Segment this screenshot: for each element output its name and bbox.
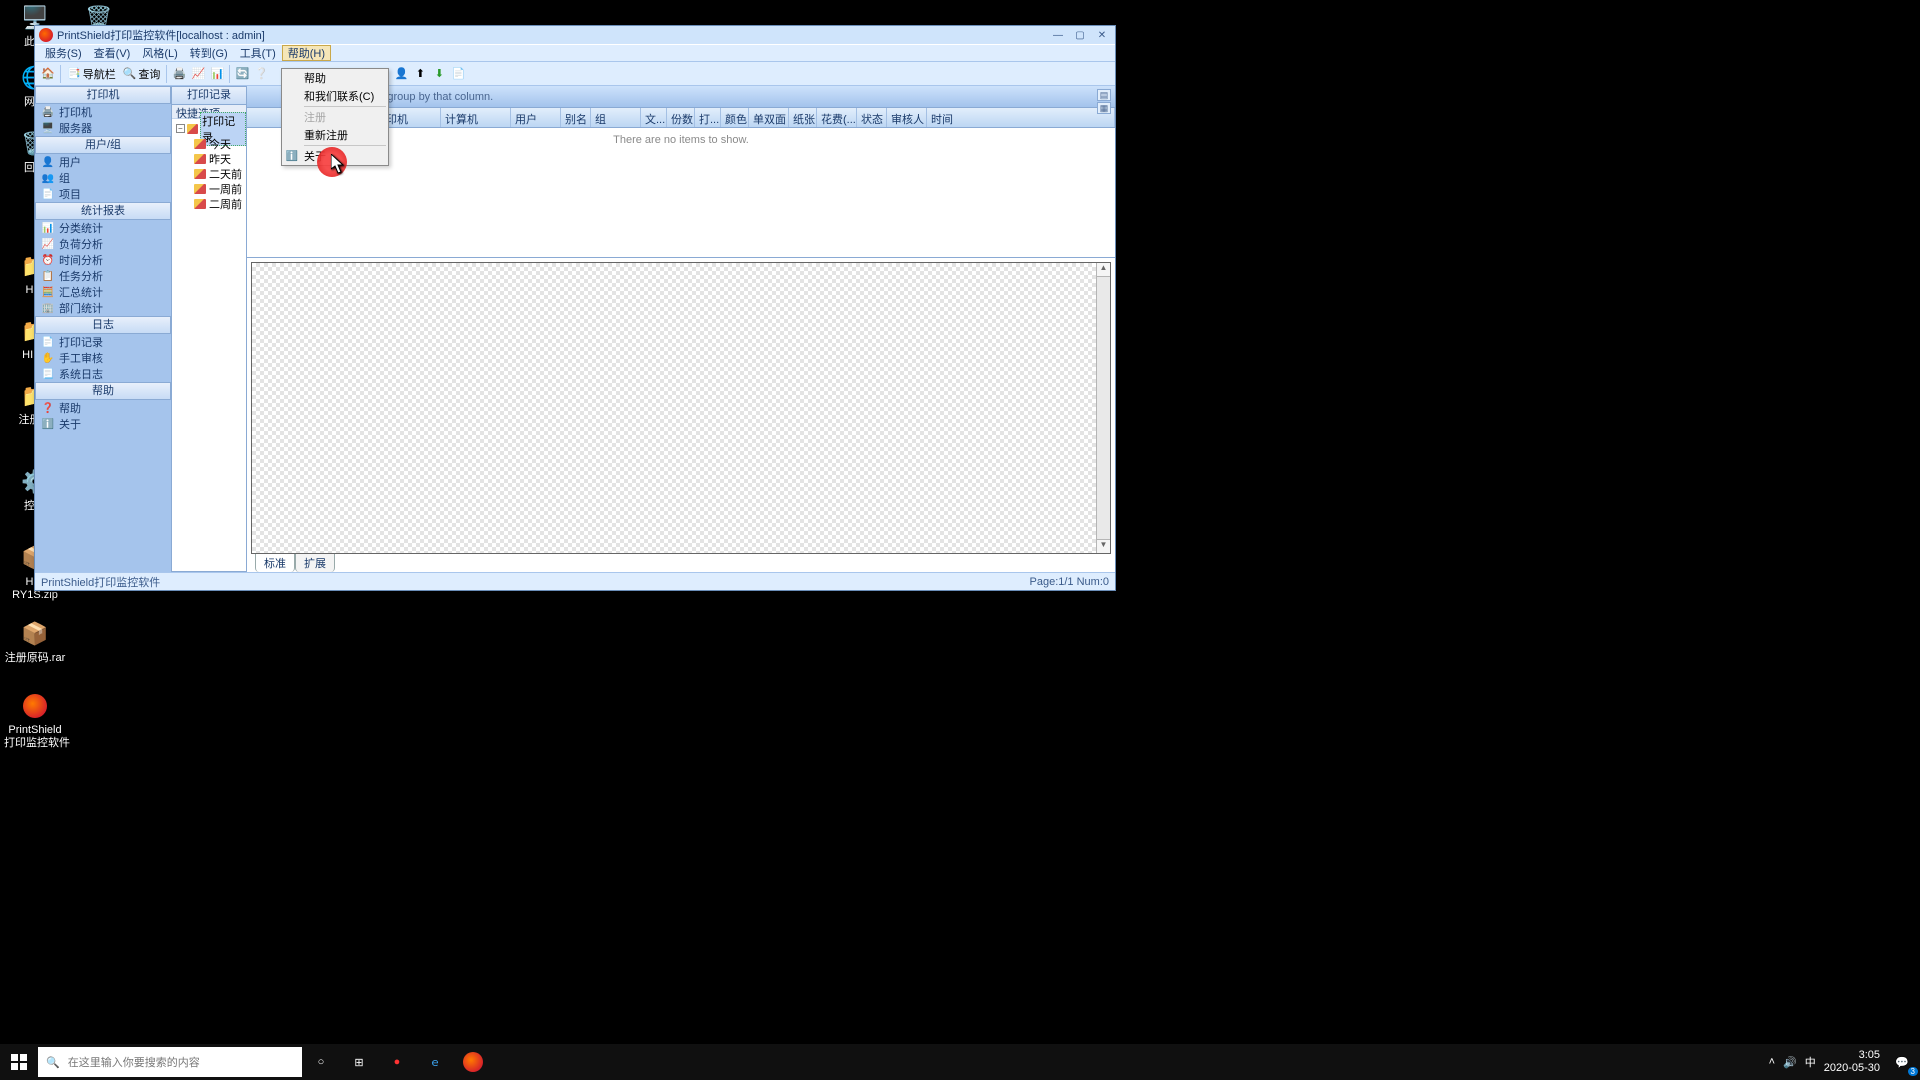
maximize-button[interactable]: ▢ bbox=[1071, 28, 1089, 42]
tab-standard[interactable]: 标准 bbox=[255, 553, 295, 572]
close-button[interactable]: ✕ bbox=[1093, 28, 1111, 42]
search-icon: 🔍 bbox=[46, 1056, 60, 1069]
menubar: 服务(S) 查看(V) 风格(L) 转到(G) 工具(T) 帮助(H) bbox=[35, 44, 1115, 62]
tree-2weeks[interactable]: 二周前 bbox=[176, 196, 246, 211]
sidebar-item-task[interactable]: 📋任务分析 bbox=[35, 268, 171, 284]
sidebar-item-printlog[interactable]: 📄打印记录 bbox=[35, 334, 171, 350]
tb-chart1-icon[interactable]: 📈 bbox=[189, 65, 207, 83]
taskbar: 🔍 在这里输入你要搜索的内容 ○ ⊞ ● ｅ ˄ 🔊 中 3:052020-05… bbox=[0, 1044, 1920, 1080]
minimize-button[interactable]: — bbox=[1049, 28, 1067, 42]
sidebar-item-project[interactable]: 📄项目 bbox=[35, 186, 171, 202]
menu-style[interactable]: 风格(L) bbox=[136, 45, 183, 61]
sidebar-item-sum[interactable]: 🧮汇总统计 bbox=[35, 284, 171, 300]
titlebar[interactable]: PrintShield打印监控软件[localhost : admin] — ▢… bbox=[35, 26, 1115, 44]
tray-chevron-icon[interactable]: ˄ bbox=[1769, 1056, 1775, 1068]
tray-clock[interactable]: 3:052020-05-30 bbox=[1824, 1049, 1880, 1074]
sidebar-item-cat[interactable]: 📊分类统计 bbox=[35, 220, 171, 236]
sidebar-item-server[interactable]: 🖥️服务器 bbox=[35, 120, 171, 136]
col-chooser-icon[interactable]: ▤ bbox=[1097, 89, 1111, 101]
tree-1week[interactable]: 一周前 bbox=[176, 181, 246, 196]
sidebar-item-about[interactable]: ℹ️关于 bbox=[35, 416, 171, 432]
tree-yesterday[interactable]: 昨天 bbox=[176, 151, 246, 166]
sh-help: 帮助 bbox=[35, 382, 171, 400]
tb-refresh-icon[interactable]: 🔄 bbox=[233, 65, 251, 83]
sidebar-item-help[interactable]: ❓帮助 bbox=[35, 400, 171, 416]
tb-user-icon[interactable]: 👤 bbox=[392, 65, 410, 83]
tb-edge-icon[interactable]: ｅ bbox=[416, 1044, 454, 1080]
info-icon: ℹ️ bbox=[285, 149, 299, 163]
search-placeholder: 在这里输入你要搜索的内容 bbox=[68, 1054, 200, 1070]
cursor-icon bbox=[331, 154, 345, 177]
tb-cortana-icon[interactable]: ○ bbox=[302, 1044, 340, 1080]
sidebar-item-syslog[interactable]: 📃系统日志 bbox=[35, 366, 171, 382]
sh-printers: 打印机 bbox=[35, 86, 171, 104]
tb-home-icon[interactable]: 🏠 bbox=[39, 65, 57, 83]
sidebar-item-load[interactable]: 📈负荷分析 bbox=[35, 236, 171, 252]
grid-empty-text: There are no items to show. bbox=[613, 134, 749, 146]
tb-taskview-icon[interactable]: ⊞ bbox=[340, 1044, 378, 1080]
statusbar: PrintShield打印监控软件 Page:1/1 Num:0 bbox=[35, 572, 1115, 590]
toolbar: 🏠 📑导航栏 🔍查询 🖨️ 📈 📊 🔄 ❔ 👤 ⬆ ⬇ 📄 bbox=[35, 62, 1115, 86]
sh-report: 统计报表 bbox=[35, 202, 171, 220]
preview-scrollbar[interactable]: ▲▼ bbox=[1096, 263, 1110, 553]
preview-pane: ▲▼ bbox=[251, 262, 1111, 554]
sidebar: 打印机 🖨️打印机 🖥️服务器 用户/组 👤用户 👥组 📄项目 统计报表 📊分类… bbox=[35, 86, 171, 572]
sidebar-item-dept[interactable]: 🏢部门统计 bbox=[35, 300, 171, 316]
tb-nav[interactable]: 📑导航栏 bbox=[64, 65, 119, 83]
sidebar-item-group[interactable]: 👥组 bbox=[35, 170, 171, 186]
tb-doc-icon[interactable]: 📄 bbox=[449, 65, 467, 83]
sidebar-item-user[interactable]: 👤用户 bbox=[35, 154, 171, 170]
tb-query[interactable]: 🔍查询 bbox=[120, 65, 164, 83]
menu-help[interactable]: 帮助(H) bbox=[282, 45, 331, 61]
tray-volume-icon[interactable]: 🔊 bbox=[1783, 1056, 1797, 1069]
app-icon bbox=[39, 28, 53, 42]
tree-root[interactable]: −打印记录 bbox=[176, 121, 246, 136]
tree-pane: 打印记录 快捷选项 −打印记录 今天 昨天 二天前 一周前 二周前 bbox=[171, 86, 247, 572]
window-title: PrintShield打印监控软件[localhost : admin] bbox=[57, 27, 1049, 43]
tree-header: 打印记录 bbox=[172, 87, 246, 105]
sh-log: 日志 bbox=[35, 316, 171, 334]
tray-notify-icon[interactable]: 💬 bbox=[1888, 1044, 1916, 1080]
search-box[interactable]: 🔍 在这里输入你要搜索的内容 bbox=[38, 1047, 302, 1077]
sidebar-item-printer[interactable]: 🖨️打印机 bbox=[35, 104, 171, 120]
menu-goto[interactable]: 转到(G) bbox=[184, 45, 234, 61]
tb-up-icon[interactable]: ⬆ bbox=[411, 65, 429, 83]
status-left: PrintShield打印监控软件 bbox=[41, 574, 160, 590]
tb-print-icon[interactable]: 🖨️ bbox=[170, 65, 188, 83]
tray-ime[interactable]: 中 bbox=[1805, 1054, 1816, 1070]
status-right: Page:1/1 Num:0 bbox=[1030, 576, 1110, 588]
tb-down-icon[interactable]: ⬇ bbox=[430, 65, 448, 83]
start-button[interactable] bbox=[0, 1044, 38, 1080]
sh-users: 用户/组 bbox=[35, 136, 171, 154]
preview-tabs: 标准 扩展 bbox=[251, 554, 1111, 572]
col-chooser2-icon[interactable]: ▦ bbox=[1097, 102, 1111, 114]
tb-chart2-icon[interactable]: 📊 bbox=[208, 65, 226, 83]
menu-view[interactable]: 查看(V) bbox=[88, 45, 137, 61]
dd-contact[interactable]: 和我们联系(C) bbox=[282, 87, 388, 105]
tab-extended[interactable]: 扩展 bbox=[295, 553, 335, 572]
tb-app-icon[interactable] bbox=[454, 1044, 492, 1080]
menu-service[interactable]: 服务(S) bbox=[39, 45, 88, 61]
dd-register: 注册 bbox=[282, 108, 388, 126]
menu-tools[interactable]: 工具(T) bbox=[234, 45, 282, 61]
sidebar-item-time[interactable]: ⏰时间分析 bbox=[35, 252, 171, 268]
tree-2days[interactable]: 二天前 bbox=[176, 166, 246, 181]
tb-help-icon[interactable]: ❔ bbox=[252, 65, 270, 83]
app-window: PrintShield打印监控软件[localhost : admin] — ▢… bbox=[34, 25, 1116, 591]
dd-reregister[interactable]: 重新注册 bbox=[282, 126, 388, 144]
sidebar-item-audit[interactable]: ✋手工审核 bbox=[35, 350, 171, 366]
tb-record-icon[interactable]: ● bbox=[378, 1044, 416, 1080]
dd-help[interactable]: 帮助 bbox=[282, 69, 388, 87]
